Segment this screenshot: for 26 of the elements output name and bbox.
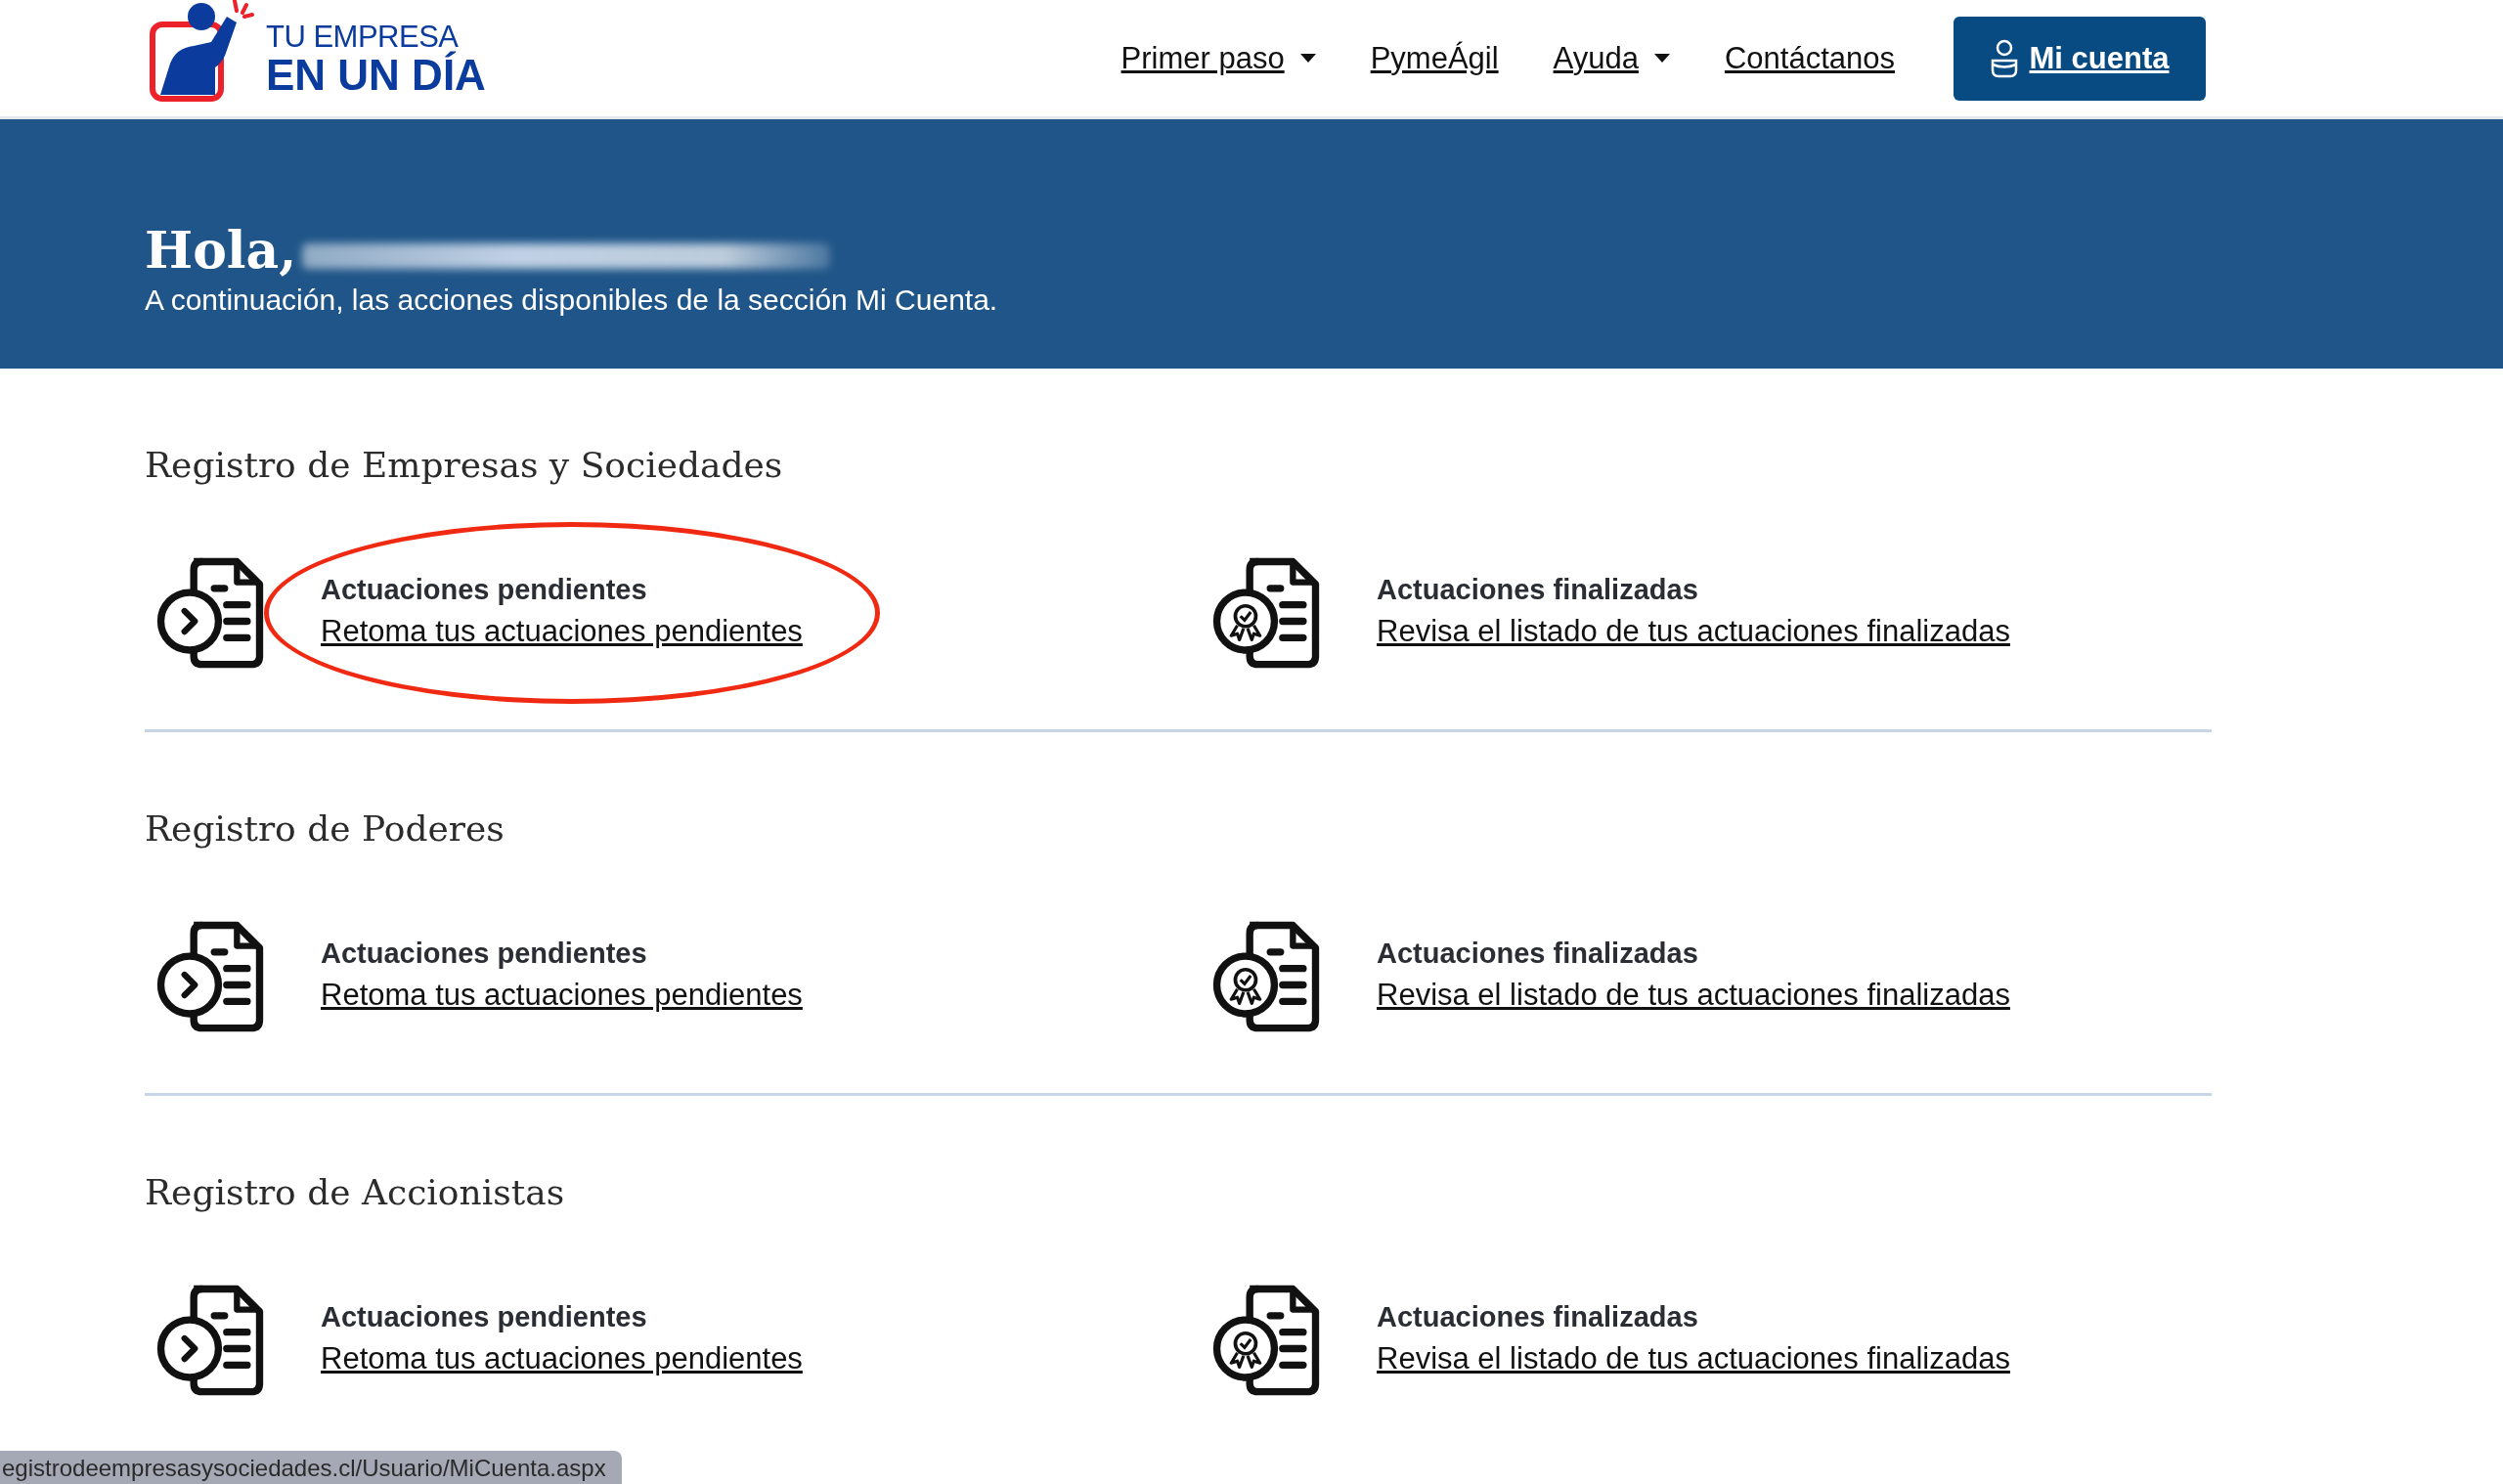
item-link[interactable]: Revisa el listado de tus actuaciones finalizadas — [1377, 1340, 2010, 1376]
item-title: Actuaciones pendientes — [321, 573, 648, 606]
item-link[interactable]: Revisa el listado de tus actuaciones finalizadas — [1377, 613, 2010, 649]
section-title: Registro de Empresas y Sociedades — [145, 445, 784, 485]
logo-text: EN UN DÍA — [266, 53, 486, 97]
item-link[interactable]: Retoma tus actuaciones pendientes — [321, 613, 803, 649]
nav-dropdown[interactable]: Primer paso — [1120, 40, 1316, 76]
item-title: Actuaciones pendientes — [321, 1300, 648, 1333]
nav-link[interactable]: PymeÁgil — [1370, 40, 1499, 76]
section-title: Registro de Accionistas — [145, 1172, 566, 1212]
user-icon — [1990, 38, 2018, 78]
section-title: Registro de Poderes — [145, 808, 505, 849]
hero-subtitle: A continuación, las acciones disponibles de la sección Mi Cuenta. — [145, 284, 999, 317]
item-title: Actuaciones pendientes — [321, 937, 648, 970]
nav-link[interactable]: Contáctanos — [1724, 40, 1895, 76]
url-status-bar: egistrodeempresasysociedades.cl/Usuario/MiCuenta.aspx — [0, 1451, 622, 1484]
item-link[interactable]: Revisa el listado de tus actuaciones finalizadas — [1377, 977, 2010, 1013]
item-link[interactable]: Retoma tus actuaciones pendientes — [321, 1340, 803, 1376]
item-title: Actuaciones finalizadas — [1377, 1300, 1699, 1333]
item-title: Actuaciones finalizadas — [1377, 937, 1699, 970]
logo-icon[interactable] — [147, 0, 256, 105]
nav-dropdown[interactable]: Ayuda — [1553, 40, 1670, 76]
item-title: Actuaciones finalizadas — [1377, 573, 1699, 606]
account-button[interactable]: Mi cuenta — [1954, 16, 2206, 101]
item-link[interactable]: Retoma tus actuaciones pendientes — [321, 977, 803, 1013]
greeting: Hola, — [145, 225, 297, 276]
